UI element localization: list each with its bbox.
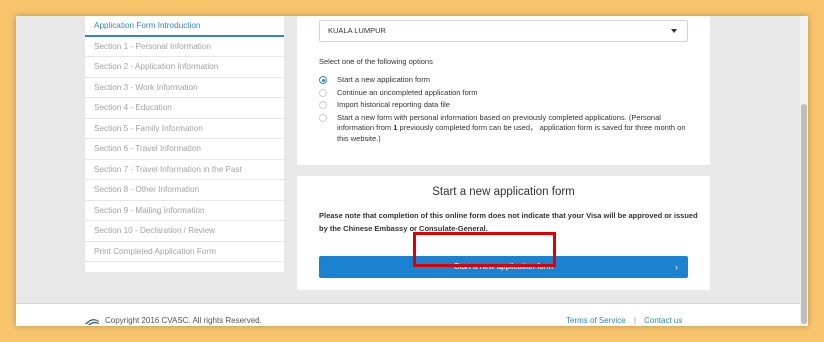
sidebar-item-section-10[interactable]: Section 10 - Declaration / Review bbox=[85, 221, 284, 242]
footer-copyright: Copyright 2016 CVASC. All rights Reserve… bbox=[85, 316, 262, 325]
sidebar-item-section-4[interactable]: Section 4 - Education bbox=[85, 98, 284, 119]
sidebar-item-section-7[interactable]: Section 7 - Travel Information in the Pa… bbox=[85, 160, 284, 180]
annotation-highlight-box bbox=[413, 232, 556, 267]
sidebar-item-print[interactable]: Print Completed Application Form bbox=[85, 242, 284, 262]
chevron-right-icon: › bbox=[675, 262, 678, 272]
option-new-form[interactable]: Start a new application form bbox=[319, 75, 694, 86]
sidebar-item-section-5[interactable]: Section 5 - Family Information bbox=[85, 119, 284, 139]
page-footer: Copyright 2016 CVASC. All rights Reserve… bbox=[16, 303, 800, 326]
radio-new-from-previous[interactable] bbox=[319, 113, 327, 122]
section-sidebar: Application Form Introduction Section 1 … bbox=[85, 16, 284, 272]
footer-links: Terms of Service | Contact us bbox=[566, 316, 682, 325]
contact-us-link[interactable]: Contact us bbox=[644, 316, 682, 325]
option-label: Import historical reporting data file bbox=[337, 100, 450, 109]
page-scrollbar[interactable] bbox=[800, 16, 808, 326]
caret-down-icon bbox=[671, 29, 677, 33]
start-card-title: Start a new application form bbox=[432, 186, 575, 198]
sidebar-item-section-9[interactable]: Section 9 - Mailing Information bbox=[85, 201, 284, 221]
location-select[interactable]: KUALA LUMPUR bbox=[319, 20, 688, 42]
sidebar-item-section-6[interactable]: Section 6 - Travel Information bbox=[85, 139, 284, 160]
cvasc-logo-icon bbox=[85, 318, 99, 325]
option-label: Continue an uncompleted application form bbox=[337, 87, 478, 97]
browser-viewport: Application Form Introduction Section 1 … bbox=[16, 16, 808, 326]
option-new-from-previous[interactable]: Start a new form with personal informati… bbox=[319, 113, 694, 145]
application-options: Start a new application form Continue an… bbox=[319, 75, 694, 146]
sidebar-item-section-1[interactable]: Section 1 - Personal Information bbox=[85, 37, 284, 57]
option-label: Start a new form with personal informati… bbox=[337, 113, 694, 145]
footer-separator: | bbox=[633, 316, 636, 325]
sidebar-item-section-2[interactable]: Section 2 - Application Information bbox=[85, 57, 284, 78]
copyright-text: Copyright 2016 CVASC. All rights Reserve… bbox=[105, 316, 262, 325]
scrollbar-thumb[interactable] bbox=[801, 104, 807, 324]
sidebar-item-section-8[interactable]: Section 8 - Other Information bbox=[85, 180, 284, 201]
radio-import-data[interactable] bbox=[319, 101, 327, 109]
option-label: Start a new application form bbox=[337, 75, 430, 84]
location-select-value: KUALA LUMPUR bbox=[328, 26, 386, 35]
terms-of-service-link[interactable]: Terms of Service bbox=[566, 316, 626, 325]
sidebar-item-introduction[interactable]: Application Form Introduction bbox=[85, 16, 284, 37]
radio-continue-form[interactable] bbox=[319, 88, 327, 97]
option-continue-form[interactable]: Continue an uncompleted application form bbox=[319, 88, 694, 99]
option-import-data[interactable]: Import historical reporting data file bbox=[319, 100, 694, 111]
radio-new-form[interactable] bbox=[319, 76, 327, 84]
options-prompt: Select one of the following options bbox=[319, 57, 433, 66]
sidebar-item-section-3[interactable]: Section 3 - Work Information bbox=[85, 78, 284, 98]
options-card: KUALA LUMPUR Select one of the following… bbox=[297, 16, 710, 165]
